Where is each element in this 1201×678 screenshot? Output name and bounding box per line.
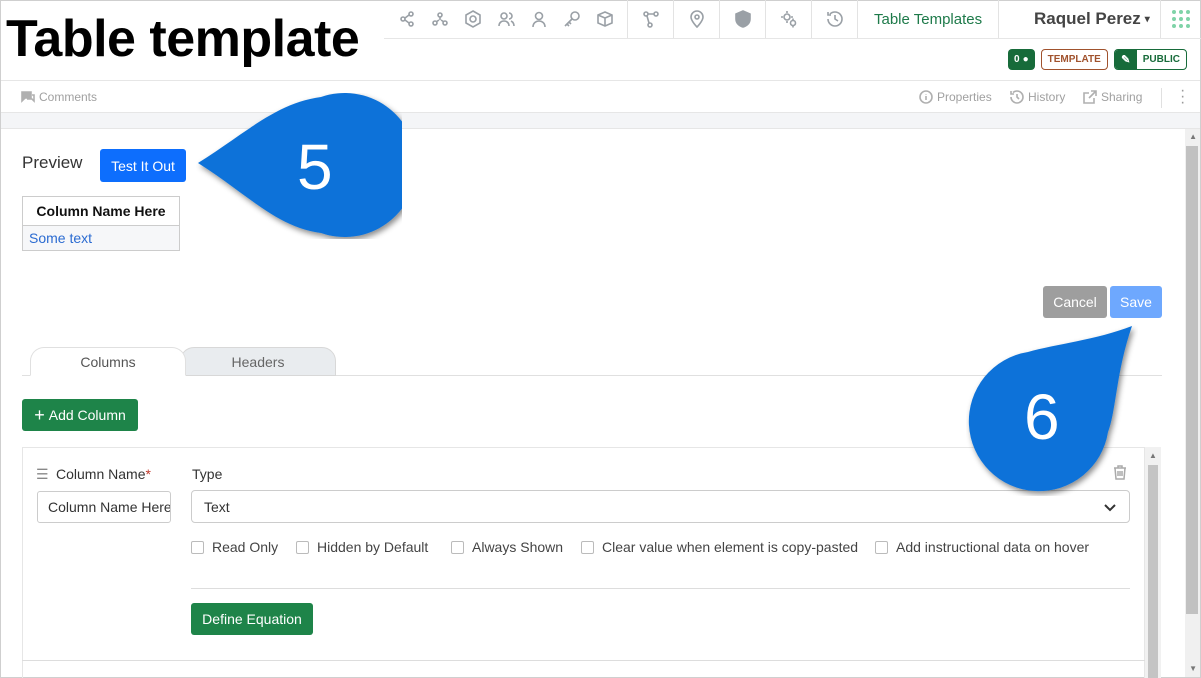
public-badge-label: PUBLIC: [1142, 54, 1180, 65]
hidden-by-default-checkbox[interactable]: Hidden by Default: [296, 539, 428, 555]
top-toolbar: Table Templates: [384, 0, 1000, 38]
comments-count-badge[interactable]: 0 ●: [1008, 49, 1035, 70]
box-icon[interactable]: [588, 0, 621, 38]
chevron-down-icon: [1103, 500, 1117, 517]
column-name-input[interactable]: Column Name Here: [37, 491, 171, 523]
checkbox-box[interactable]: [451, 540, 464, 554]
always-shown-checkbox[interactable]: Always Shown: [451, 539, 563, 555]
content-top-band: [1, 113, 1200, 129]
comments-count: 0: [1014, 54, 1020, 65]
read-only-label: Read Only: [212, 539, 279, 555]
preview-table-cell[interactable]: Some text: [22, 225, 180, 251]
share-icon[interactable]: [390, 0, 423, 38]
callout-5-number: 5: [297, 131, 333, 203]
always-shown-label: Always Shown: [472, 539, 564, 555]
user-icon[interactable]: [522, 0, 555, 38]
save-button[interactable]: Save: [1110, 286, 1162, 318]
column-name-value: Column Name Here: [48, 499, 171, 515]
instructional-data-checkbox[interactable]: Add instructional data on hover: [875, 539, 1089, 555]
location-pin-icon[interactable]: [680, 0, 713, 38]
table-templates-link[interactable]: Table Templates: [858, 0, 1000, 38]
type-label: Type: [192, 466, 223, 482]
header-divider: [384, 38, 1201, 39]
apps-launcher[interactable]: [1160, 0, 1200, 38]
history-tab[interactable]: History: [1010, 81, 1065, 113]
column-name-label: Column Name*: [56, 466, 151, 482]
checkbox-box[interactable]: [296, 540, 309, 554]
history-clock-icon[interactable]: [818, 0, 851, 38]
comments-tab[interactable]: Comments: [21, 81, 97, 113]
info-icon: [919, 90, 933, 104]
template-badge: TEMPLATE: [1040, 49, 1108, 70]
sharing-label: Sharing: [1101, 90, 1143, 104]
cube-badge-icon[interactable]: [456, 0, 489, 38]
test-it-out-button[interactable]: Test It Out: [100, 149, 186, 182]
comments-icon: [21, 91, 35, 103]
preview-table-header: Column Name Here: [22, 196, 180, 226]
type-select-value: Text: [204, 498, 230, 515]
tab-columns[interactable]: Columns: [30, 347, 186, 376]
history-icon: [1010, 90, 1024, 104]
add-column-button[interactable]: + Add Column: [22, 399, 138, 431]
sharing-tab[interactable]: Sharing: [1083, 81, 1142, 113]
toolbar-group-location: [674, 0, 720, 38]
editor-divider: [191, 588, 1130, 589]
toolbar-group-settings: [766, 0, 812, 38]
page-scrollbar-thumb[interactable]: [1186, 146, 1198, 614]
status-badges: 0 ● TEMPLATE ✎ PUBLIC: [1008, 49, 1187, 70]
shield-icon[interactable]: [726, 0, 759, 38]
user-name: Raquel Perez: [1034, 9, 1141, 28]
checkbox-box[interactable]: [191, 540, 204, 554]
column-name-label-text: Column Name: [56, 466, 146, 482]
clear-value-label: Clear value when element is copy-pasted: [602, 539, 859, 555]
plus-icon: +: [34, 405, 45, 425]
checkbox-box[interactable]: [581, 540, 594, 554]
editor-scrollbar-thumb[interactable]: [1148, 465, 1158, 678]
toolbar-group-main: [384, 0, 628, 38]
tab-headers[interactable]: Headers: [180, 347, 336, 376]
editor-scrollbar[interactable]: ▲: [1145, 447, 1161, 678]
properties-tab[interactable]: Properties: [919, 81, 992, 113]
scroll-down-arrow-icon[interactable]: ▼: [1189, 664, 1197, 673]
scroll-up-arrow-icon[interactable]: ▲: [1189, 132, 1197, 141]
comments-label: Comments: [39, 90, 98, 104]
editor-bottom-divider: [22, 660, 1145, 661]
users-icon[interactable]: [489, 0, 522, 38]
toolbar-group-history: [812, 0, 858, 38]
share-out-icon: [1083, 90, 1097, 104]
required-marker: *: [145, 466, 151, 482]
clear-value-checkbox[interactable]: Clear value when element is copy-pasted: [581, 539, 858, 555]
hidden-by-default-label: Hidden by Default: [317, 539, 429, 555]
pencil-icon: ✎: [1114, 50, 1137, 69]
page-title: Table template: [6, 10, 360, 68]
key-icon[interactable]: [555, 0, 588, 38]
apps-grid-icon: [1171, 10, 1190, 28]
network-icon[interactable]: [423, 0, 456, 38]
preview-heading: Preview: [22, 153, 83, 172]
more-options-icon[interactable]: · · ·: [1180, 83, 1185, 111]
toolbar-group-workflow: [628, 0, 674, 38]
properties-label: Properties: [937, 90, 992, 104]
read-only-checkbox[interactable]: Read Only: [191, 539, 278, 555]
define-equation-button[interactable]: Define Equation: [191, 603, 313, 635]
user-menu[interactable]: Raquel Perez ▾: [1034, 0, 1150, 38]
callout-6-number: 6: [1024, 381, 1060, 453]
cancel-button[interactable]: Cancel: [1043, 286, 1107, 318]
history-label: History: [1028, 90, 1066, 104]
editor-scroll-up-icon[interactable]: ▲: [1149, 451, 1157, 460]
checkbox-box[interactable]: [875, 540, 888, 554]
instructional-data-label: Add instructional data on hover: [896, 539, 1090, 555]
speech-bubble-icon: ●: [1022, 54, 1029, 65]
add-column-label: Add Column: [48, 407, 126, 423]
gears-icon[interactable]: [772, 0, 805, 38]
workflow-icon[interactable]: [634, 0, 667, 38]
toolbar-group-shield: [720, 0, 766, 38]
sub-toolbar: Comments Properties History Sharing · · ·: [1, 80, 1200, 113]
drag-handle-icon[interactable]: ☰: [36, 466, 49, 483]
public-badge[interactable]: ✎ PUBLIC: [1113, 49, 1187, 70]
subbar-divider: [1161, 88, 1162, 108]
caret-down-icon: ▾: [1144, 13, 1150, 25]
preview-table: Column Name Here Some text: [22, 196, 180, 251]
